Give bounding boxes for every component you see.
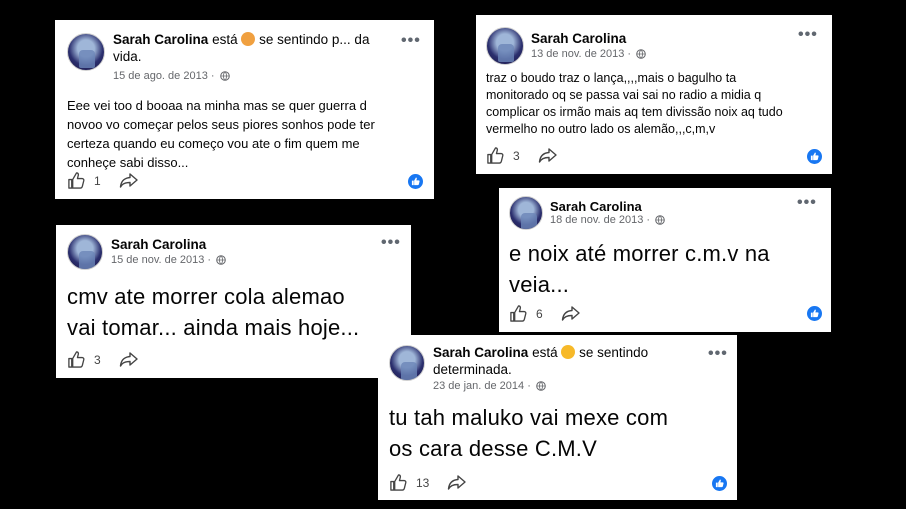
- avatar[interactable]: [67, 234, 103, 270]
- post-card: Sarah Carolina está se sentindo determin…: [378, 335, 737, 500]
- post-meta: 15 de nov. de 2013 ·: [111, 254, 226, 266]
- post-header: Sarah Carolina está se sentindo p... da …: [113, 31, 403, 65]
- post-text-line: novoo vo começar pelos seus piores sonho…: [67, 117, 375, 132]
- post-actions: 3: [67, 350, 139, 369]
- post-text-line: traz o boudo traz o lança,,,,mais o bagu…: [486, 71, 737, 85]
- post-text: cmv ate morrer cola alemao vai tomar... …: [67, 281, 359, 343]
- share-icon[interactable]: [119, 351, 139, 368]
- post-actions: 1: [67, 171, 139, 190]
- feeling-text-cont: vida.: [113, 49, 142, 64]
- like-count: 13: [416, 475, 430, 490]
- share-icon[interactable]: [538, 147, 558, 164]
- thumbs-up-icon[interactable]: [486, 146, 505, 165]
- post-meta: 15 de ago. de 2013 ·: [113, 70, 230, 82]
- post-meta: 23 de jan. de 2014 ·: [433, 380, 546, 392]
- share-icon[interactable]: [561, 305, 581, 322]
- post-text: traz o boudo traz o lança,,,,mais o bagu…: [486, 70, 783, 138]
- post-text-line: e noix até morrer c.m.v na: [509, 241, 770, 266]
- post-date[interactable]: 23 de jan. de 2014 ·: [433, 380, 531, 392]
- post-text-line: tu tah maluko vai mexe com: [389, 405, 669, 430]
- post-date[interactable]: 13 de nov. de 2013 ·: [531, 48, 631, 60]
- post-text-line: Eee vei too d booaa na minha mas se quer…: [67, 98, 367, 113]
- like-reaction-icon[interactable]: [807, 149, 822, 164]
- author-name[interactable]: Sarah Carolina: [433, 345, 528, 360]
- post-text: e noix até morrer c.m.v na veia...: [509, 238, 770, 300]
- post-text: Eee vei too d booaa na minha mas se quer…: [67, 96, 375, 172]
- avatar[interactable]: [389, 345, 425, 381]
- globe-icon: [536, 381, 546, 391]
- post-card: Sarah Carolina está se sentindo p... da …: [55, 20, 434, 199]
- author-name[interactable]: Sarah Carolina: [111, 236, 206, 253]
- more-options-button[interactable]: •••: [797, 195, 817, 211]
- avatar[interactable]: [509, 196, 543, 230]
- determined-emoji-icon: [561, 345, 576, 359]
- post-text: tu tah maluko vai mexe com os cara desse…: [389, 402, 668, 464]
- post-text-line: veia...: [509, 272, 570, 297]
- more-options-button[interactable]: •••: [381, 235, 401, 251]
- post-text-line: os cara desse C.M.V: [389, 436, 597, 461]
- author-name[interactable]: Sarah Carolina: [531, 30, 626, 47]
- post-text-line: certeza quando eu começo vou ate o fim q…: [67, 136, 360, 151]
- post-text-line: conheçe sabi disso...: [67, 155, 189, 170]
- globe-icon: [219, 71, 230, 81]
- post-text-line: vermelho no outro lado os alemão,,,c,m,v: [486, 122, 716, 136]
- post-text-line: complicar os irmão mais aq tem divissão …: [486, 105, 783, 119]
- post-card: Sarah Carolina 13 de nov. de 2013 · ••• …: [476, 15, 832, 174]
- status-prefix: está: [212, 32, 238, 47]
- post-actions: 3: [486, 146, 558, 165]
- post-card: Sarah Carolina 15 de nov. de 2013 · ••• …: [56, 225, 411, 378]
- like-reaction-icon[interactable]: [408, 174, 423, 189]
- thumbs-up-icon[interactable]: [389, 473, 408, 492]
- like-reaction-icon[interactable]: [807, 306, 822, 321]
- post-date[interactable]: 18 de nov. de 2013 ·: [550, 214, 650, 226]
- like-reaction-icon[interactable]: [712, 476, 727, 491]
- post-text-line: monitorado oq se passa vai sai no radio …: [486, 88, 762, 102]
- author-name[interactable]: Sarah Carolina: [550, 198, 642, 215]
- thumbs-up-icon[interactable]: [67, 171, 86, 190]
- post-header: Sarah Carolina está se sentindo determin…: [433, 344, 703, 378]
- feeling-text-cont: determinada.: [433, 362, 512, 377]
- post-actions: 6: [509, 304, 581, 323]
- feeling-text: se sentindo p... da: [259, 32, 370, 47]
- post-text-line: vai tomar... ainda mais hoje...: [67, 315, 360, 340]
- status-prefix: está: [532, 345, 558, 360]
- angry-emoji-icon: [241, 32, 256, 46]
- post-date[interactable]: 15 de ago. de 2013 ·: [113, 70, 215, 82]
- like-count: 6: [536, 306, 543, 321]
- post-card: Sarah Carolina 18 de nov. de 2013 · ••• …: [499, 188, 831, 332]
- post-date[interactable]: 15 de nov. de 2013 ·: [111, 254, 211, 266]
- avatar[interactable]: [67, 33, 105, 71]
- like-count: 1: [94, 173, 101, 188]
- globe-icon: [655, 215, 665, 225]
- thumbs-up-icon[interactable]: [67, 350, 86, 369]
- globe-icon: [636, 49, 646, 59]
- thumbs-up-icon[interactable]: [509, 304, 528, 323]
- post-meta: 18 de nov. de 2013 ·: [550, 214, 665, 226]
- post-text-line: cmv ate morrer cola alemao: [67, 284, 345, 309]
- post-meta: 13 de nov. de 2013 ·: [531, 48, 646, 60]
- more-options-button[interactable]: •••: [708, 346, 728, 362]
- avatar[interactable]: [486, 27, 524, 65]
- more-options-button[interactable]: •••: [401, 33, 421, 49]
- post-actions: 13: [389, 473, 467, 492]
- author-name[interactable]: Sarah Carolina: [113, 32, 208, 47]
- share-icon[interactable]: [119, 172, 139, 189]
- share-icon[interactable]: [447, 474, 467, 491]
- more-options-button[interactable]: •••: [798, 27, 818, 43]
- feeling-text: se sentindo: [579, 345, 649, 360]
- globe-icon: [216, 255, 226, 265]
- like-count: 3: [94, 352, 101, 367]
- like-count: 3: [513, 148, 520, 163]
